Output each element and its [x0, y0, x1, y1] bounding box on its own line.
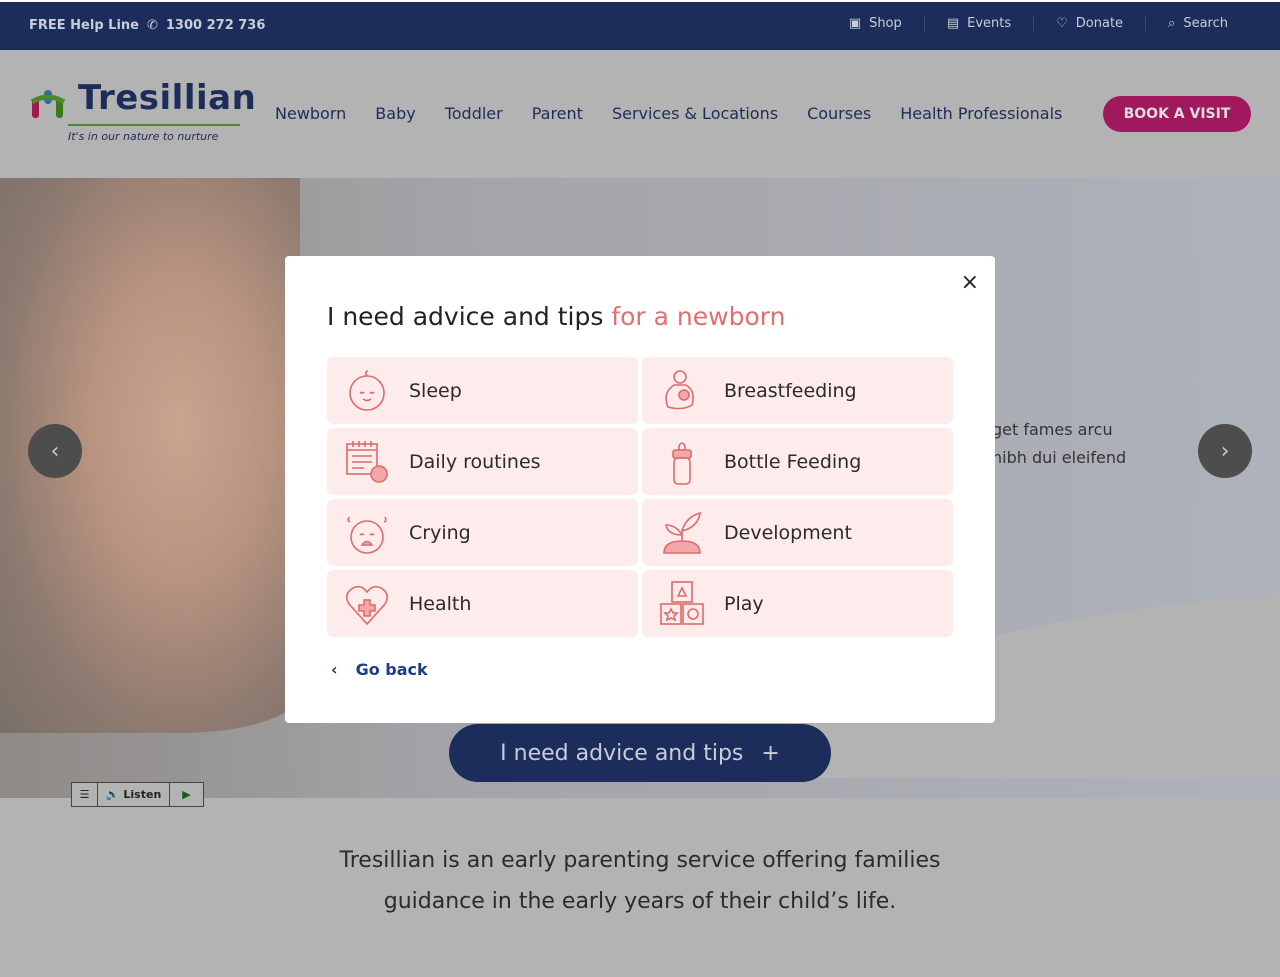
- topic-play[interactable]: Play: [642, 570, 953, 637]
- book-visit-button[interactable]: BOOK A VISIT: [1103, 96, 1251, 132]
- phone-icon: ✆: [146, 18, 158, 33]
- listen-button[interactable]: 🔈 Listen: [98, 783, 170, 806]
- sprout-icon: [663, 511, 701, 554]
- close-button[interactable]: ×: [961, 270, 979, 295]
- chevron-left-icon: ‹: [50, 438, 60, 464]
- heart-icon: ♡: [1056, 16, 1068, 31]
- modal-title: I need advice and tips for a newborn: [327, 302, 786, 331]
- shop-link[interactable]: ▣ Shop: [827, 16, 924, 31]
- plus-icon: +: [761, 740, 780, 766]
- helpline[interactable]: FREE Help Line ✆ 1300 272 736: [29, 18, 273, 33]
- crying-baby-icon: [347, 516, 387, 554]
- heart-cross-icon: [345, 585, 389, 625]
- main-nav: Newborn Baby Toddler Parent Services & L…: [275, 104, 1062, 123]
- speaker-icon: 🔈: [105, 788, 120, 801]
- calendar-icon: ▤: [946, 16, 960, 31]
- search-icon: ⌕: [1168, 16, 1176, 31]
- search-link[interactable]: ⌕ Search: [1145, 16, 1250, 31]
- play-button[interactable]: ▶: [170, 783, 203, 806]
- go-back-link[interactable]: ‹ Go back: [331, 660, 428, 679]
- nav-services[interactable]: Services & Locations: [612, 104, 778, 123]
- topic-health[interactable]: Health: [327, 570, 638, 637]
- topic-crying[interactable]: Crying: [327, 499, 638, 566]
- topic-sleep[interactable]: Sleep: [327, 357, 638, 424]
- topic-breastfeeding[interactable]: Breastfeeding: [642, 357, 953, 424]
- nav-courses[interactable]: Courses: [807, 104, 871, 123]
- intro-text: Tresillian is an early parenting service…: [339, 848, 941, 914]
- logo-mark-icon: [30, 90, 66, 118]
- nav-baby[interactable]: Baby: [375, 104, 415, 123]
- sleeping-baby-icon: [349, 369, 385, 411]
- top-bar: FREE Help Line ✆ 1300 272 736 ▣ Shop ▤ Event…: [0, 0, 1280, 50]
- hero-text: get fames arcu nibh dui eleifend: [992, 420, 1127, 467]
- topic-daily-routines[interactable]: Daily routines: [327, 428, 638, 495]
- nav-health-professionals[interactable]: Health Professionals: [900, 104, 1062, 123]
- chevron-right-icon: ›: [1220, 438, 1230, 464]
- site-header: Tresillian It's in our nature to nurture…: [0, 50, 1280, 178]
- nav-parent[interactable]: Parent: [532, 104, 583, 123]
- advice-button[interactable]: I need advice and tips +: [449, 724, 831, 782]
- menu-icon[interactable]: ☰: [72, 783, 98, 806]
- carousel-prev-button[interactable]: ‹: [28, 424, 82, 478]
- topic-grid: Sleep Breastfeeding Daily routines Bottl…: [327, 357, 953, 637]
- events-link[interactable]: ▤ Events: [923, 16, 1033, 31]
- chevron-left-icon: ‹: [331, 660, 338, 679]
- calendar-clock-icon: [346, 440, 388, 483]
- bag-icon: ▣: [848, 16, 862, 31]
- donate-link[interactable]: ♡ Donate: [1033, 16, 1145, 31]
- topic-bottle-feeding[interactable]: Bottle Feeding: [642, 428, 953, 495]
- breastfeeding-icon: [665, 369, 694, 409]
- advice-modal: × I need advice and tips for a newborn S…: [285, 256, 995, 723]
- topic-development[interactable]: Development: [642, 499, 953, 566]
- nav-toddler[interactable]: Toddler: [445, 104, 503, 123]
- baby-bottle-icon: [672, 441, 692, 485]
- carousel-next-button[interactable]: ›: [1198, 424, 1252, 478]
- listen-widget: ☰ 🔈 Listen ▶: [71, 782, 204, 807]
- toy-blocks-icon: [660, 580, 704, 625]
- nav-newborn[interactable]: Newborn: [275, 104, 346, 123]
